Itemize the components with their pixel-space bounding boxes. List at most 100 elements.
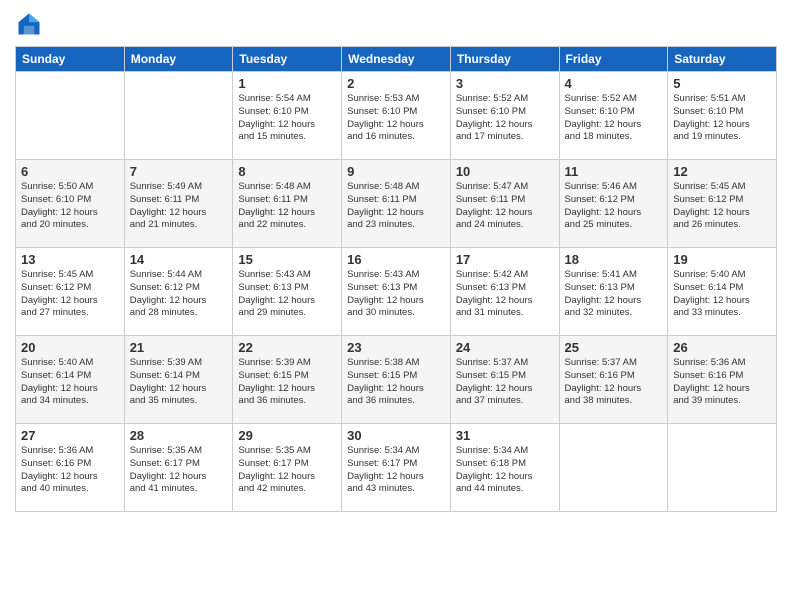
day-number: 31 <box>456 428 554 443</box>
day-number: 14 <box>130 252 228 267</box>
day-info: Sunrise: 5:34 AM Sunset: 6:17 PM Dayligh… <box>347 445 445 496</box>
day-info: Sunrise: 5:46 AM Sunset: 6:12 PM Dayligh… <box>565 181 663 232</box>
calendar-table: SundayMondayTuesdayWednesdayThursdayFrid… <box>15 46 777 512</box>
day-number: 22 <box>238 340 336 355</box>
calendar-cell: 11 Sunrise: 5:46 AM Sunset: 6:12 PM Dayli… <box>559 160 668 248</box>
day-number: 17 <box>456 252 554 267</box>
calendar-cell: 9 Sunrise: 5:48 AM Sunset: 6:11 PM Daylig… <box>342 160 451 248</box>
day-number: 28 <box>130 428 228 443</box>
calendar-cell: 6 Sunrise: 5:50 AM Sunset: 6:10 PM Daylig… <box>16 160 125 248</box>
calendar-week: 1Sunrise: 5:54 AM Sunset: 6:10 PM Daylig… <box>16 72 777 160</box>
header-day: Thursday <box>450 47 559 72</box>
day-number: 13 <box>21 252 119 267</box>
day-info: Sunrise: 5:41 AM Sunset: 6:13 PM Dayligh… <box>565 269 663 320</box>
day-info: Sunrise: 5:36 AM Sunset: 6:16 PM Dayligh… <box>21 445 119 496</box>
calendar-cell: 25 Sunrise: 5:37 AM Sunset: 6:16 PM Dayli… <box>559 336 668 424</box>
calendar-header: SundayMondayTuesdayWednesdayThursdayFrid… <box>16 47 777 72</box>
day-number: 19 <box>673 252 771 267</box>
calendar-cell: 16 Sunrise: 5:43 AM Sunset: 6:13 PM Dayli… <box>342 248 451 336</box>
calendar-week: 6 Sunrise: 5:50 AM Sunset: 6:10 PM Daylig… <box>16 160 777 248</box>
calendar-cell: 3 Sunrise: 5:52 AM Sunset: 6:10 PM Daylig… <box>450 72 559 160</box>
calendar-cell: 26 Sunrise: 5:36 AM Sunset: 6:16 PM Dayli… <box>668 336 777 424</box>
day-number: 16 <box>347 252 445 267</box>
calendar-cell: 27Sunrise: 5:36 AM Sunset: 6:16 PM Dayli… <box>16 424 125 512</box>
day-number: 20 <box>21 340 119 355</box>
day-info: Sunrise: 5:40 AM Sunset: 6:14 PM Dayligh… <box>673 269 771 320</box>
calendar-cell <box>124 72 233 160</box>
day-info: Sunrise: 5:40 AM Sunset: 6:14 PM Dayligh… <box>21 357 119 408</box>
day-number: 30 <box>347 428 445 443</box>
calendar-cell: 17Sunrise: 5:42 AM Sunset: 6:13 PM Dayli… <box>450 248 559 336</box>
day-info: Sunrise: 5:35 AM Sunset: 6:17 PM Dayligh… <box>238 445 336 496</box>
day-info: Sunrise: 5:48 AM Sunset: 6:11 PM Dayligh… <box>347 181 445 232</box>
header-day: Friday <box>559 47 668 72</box>
header-day: Saturday <box>668 47 777 72</box>
day-info: Sunrise: 5:53 AM Sunset: 6:10 PM Dayligh… <box>347 93 445 144</box>
calendar-cell: 18 Sunrise: 5:41 AM Sunset: 6:13 PM Dayli… <box>559 248 668 336</box>
day-number: 26 <box>673 340 771 355</box>
day-number: 6 <box>21 164 119 179</box>
calendar-cell: 8 Sunrise: 5:48 AM Sunset: 6:11 PM Daylig… <box>233 160 342 248</box>
calendar-cell: 10Sunrise: 5:47 AM Sunset: 6:11 PM Dayli… <box>450 160 559 248</box>
calendar-cell: 19 Sunrise: 5:40 AM Sunset: 6:14 PM Dayli… <box>668 248 777 336</box>
day-number: 11 <box>565 164 663 179</box>
day-info: Sunrise: 5:45 AM Sunset: 6:12 PM Dayligh… <box>21 269 119 320</box>
day-info: Sunrise: 5:44 AM Sunset: 6:12 PM Dayligh… <box>130 269 228 320</box>
calendar-cell: 7 Sunrise: 5:49 AM Sunset: 6:11 PM Daylig… <box>124 160 233 248</box>
calendar-cell: 30 Sunrise: 5:34 AM Sunset: 6:17 PM Dayli… <box>342 424 451 512</box>
day-info: Sunrise: 5:48 AM Sunset: 6:11 PM Dayligh… <box>238 181 336 232</box>
day-info: Sunrise: 5:43 AM Sunset: 6:13 PM Dayligh… <box>238 269 336 320</box>
day-info: Sunrise: 5:49 AM Sunset: 6:11 PM Dayligh… <box>130 181 228 232</box>
day-info: Sunrise: 5:37 AM Sunset: 6:15 PM Dayligh… <box>456 357 554 408</box>
day-info: Sunrise: 5:38 AM Sunset: 6:15 PM Dayligh… <box>347 357 445 408</box>
calendar-cell <box>16 72 125 160</box>
day-number: 3 <box>456 76 554 91</box>
calendar-cell: 20 Sunrise: 5:40 AM Sunset: 6:14 PM Dayli… <box>16 336 125 424</box>
day-number: 9 <box>347 164 445 179</box>
page-container: SundayMondayTuesdayWednesdayThursdayFrid… <box>0 0 792 522</box>
header-row: SundayMondayTuesdayWednesdayThursdayFrid… <box>16 47 777 72</box>
day-info: Sunrise: 5:47 AM Sunset: 6:11 PM Dayligh… <box>456 181 554 232</box>
day-info: Sunrise: 5:50 AM Sunset: 6:10 PM Dayligh… <box>21 181 119 232</box>
day-info: Sunrise: 5:39 AM Sunset: 6:14 PM Dayligh… <box>130 357 228 408</box>
calendar-week: 27Sunrise: 5:36 AM Sunset: 6:16 PM Dayli… <box>16 424 777 512</box>
day-number: 2 <box>347 76 445 91</box>
day-info: Sunrise: 5:51 AM Sunset: 6:10 PM Dayligh… <box>673 93 771 144</box>
day-info: Sunrise: 5:43 AM Sunset: 6:13 PM Dayligh… <box>347 269 445 320</box>
header <box>15 10 777 38</box>
day-number: 4 <box>565 76 663 91</box>
calendar-cell: 23 Sunrise: 5:38 AM Sunset: 6:15 PM Dayli… <box>342 336 451 424</box>
day-number: 29 <box>238 428 336 443</box>
calendar-cell: 1Sunrise: 5:54 AM Sunset: 6:10 PM Daylig… <box>233 72 342 160</box>
day-info: Sunrise: 5:37 AM Sunset: 6:16 PM Dayligh… <box>565 357 663 408</box>
day-number: 25 <box>565 340 663 355</box>
day-info: Sunrise: 5:39 AM Sunset: 6:15 PM Dayligh… <box>238 357 336 408</box>
day-number: 7 <box>130 164 228 179</box>
day-info: Sunrise: 5:52 AM Sunset: 6:10 PM Dayligh… <box>565 93 663 144</box>
calendar-cell: 5 Sunrise: 5:51 AM Sunset: 6:10 PM Daylig… <box>668 72 777 160</box>
calendar-cell: 22 Sunrise: 5:39 AM Sunset: 6:15 PM Dayli… <box>233 336 342 424</box>
day-number: 5 <box>673 76 771 91</box>
header-day: Tuesday <box>233 47 342 72</box>
calendar-cell <box>668 424 777 512</box>
header-day: Wednesday <box>342 47 451 72</box>
day-info: Sunrise: 5:36 AM Sunset: 6:16 PM Dayligh… <box>673 357 771 408</box>
day-number: 24 <box>456 340 554 355</box>
header-day: Monday <box>124 47 233 72</box>
logo-icon <box>15 10 43 38</box>
calendar-cell: 13 Sunrise: 5:45 AM Sunset: 6:12 PM Dayli… <box>16 248 125 336</box>
day-info: Sunrise: 5:52 AM Sunset: 6:10 PM Dayligh… <box>456 93 554 144</box>
calendar-cell: 29 Sunrise: 5:35 AM Sunset: 6:17 PM Dayli… <box>233 424 342 512</box>
day-info: Sunrise: 5:54 AM Sunset: 6:10 PM Dayligh… <box>238 93 336 144</box>
day-info: Sunrise: 5:34 AM Sunset: 6:18 PM Dayligh… <box>456 445 554 496</box>
day-number: 8 <box>238 164 336 179</box>
calendar-cell: 24 Sunrise: 5:37 AM Sunset: 6:15 PM Dayli… <box>450 336 559 424</box>
calendar-cell: 12Sunrise: 5:45 AM Sunset: 6:12 PM Dayli… <box>668 160 777 248</box>
calendar-week: 13 Sunrise: 5:45 AM Sunset: 6:12 PM Dayli… <box>16 248 777 336</box>
calendar-cell <box>559 424 668 512</box>
day-number: 23 <box>347 340 445 355</box>
logo <box>15 10 47 38</box>
calendar-cell: 2 Sunrise: 5:53 AM Sunset: 6:10 PM Daylig… <box>342 72 451 160</box>
day-number: 18 <box>565 252 663 267</box>
calendar-week: 20 Sunrise: 5:40 AM Sunset: 6:14 PM Dayli… <box>16 336 777 424</box>
